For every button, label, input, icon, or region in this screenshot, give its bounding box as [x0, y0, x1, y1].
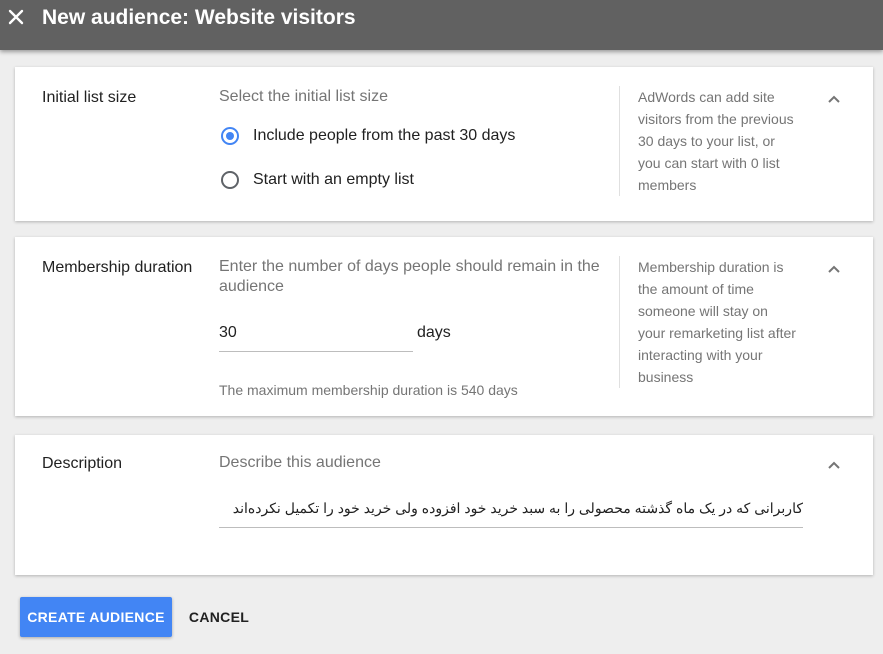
membership-duration-prompt: Enter the number of days people should r… [219, 258, 600, 295]
radio-unchecked-icon[interactable] [221, 171, 239, 189]
radio-checked-icon[interactable] [221, 127, 239, 145]
page-title: New audience: Website visitors [42, 6, 356, 29]
create-audience-button[interactable]: CREATE AUDIENCE [20, 597, 172, 637]
description-input[interactable] [219, 497, 803, 528]
initial-list-size-help: AdWords can add site visitors from the p… [619, 86, 798, 196]
radio-label-include-past-30-days: Include people from the past 30 days [253, 127, 516, 144]
dialog-header: New audience: Website visitors [0, 0, 883, 50]
close-button[interactable] [4, 5, 28, 29]
cancel-button[interactable]: CANCEL [176, 597, 262, 637]
membership-duration-input[interactable] [219, 323, 413, 352]
description-prompt: Describe this audience [219, 454, 381, 471]
initial-list-size-prompt: Select the initial list size [219, 88, 388, 105]
collapse-membership-button[interactable] [824, 259, 844, 279]
description-card: Description Describe this audience [15, 435, 873, 575]
membership-duration-help: Membership duration is the amount of tim… [619, 256, 798, 388]
collapse-initial-list-button[interactable] [824, 89, 844, 109]
membership-duration-label: Membership duration [42, 259, 193, 276]
close-icon [8, 9, 24, 25]
membership-duration-card: Membership duration Enter the number of … [15, 237, 873, 416]
chevron-up-icon [828, 461, 840, 469]
radio-label-empty-list: Start with an empty list [253, 171, 414, 188]
initial-list-size-card: Initial list size Select the initial lis… [15, 67, 873, 221]
membership-duration-hint: The maximum membership duration is 540 d… [219, 382, 518, 398]
radio-empty-list[interactable]: Start with an empty list [221, 171, 414, 189]
initial-list-size-label: Initial list size [42, 89, 137, 106]
description-label: Description [42, 455, 123, 472]
chevron-up-icon [828, 95, 840, 103]
chevron-up-icon [828, 265, 840, 273]
collapse-description-button[interactable] [824, 455, 844, 475]
membership-duration-unit: days [417, 324, 451, 341]
radio-include-past-30-days[interactable]: Include people from the past 30 days [221, 127, 515, 145]
